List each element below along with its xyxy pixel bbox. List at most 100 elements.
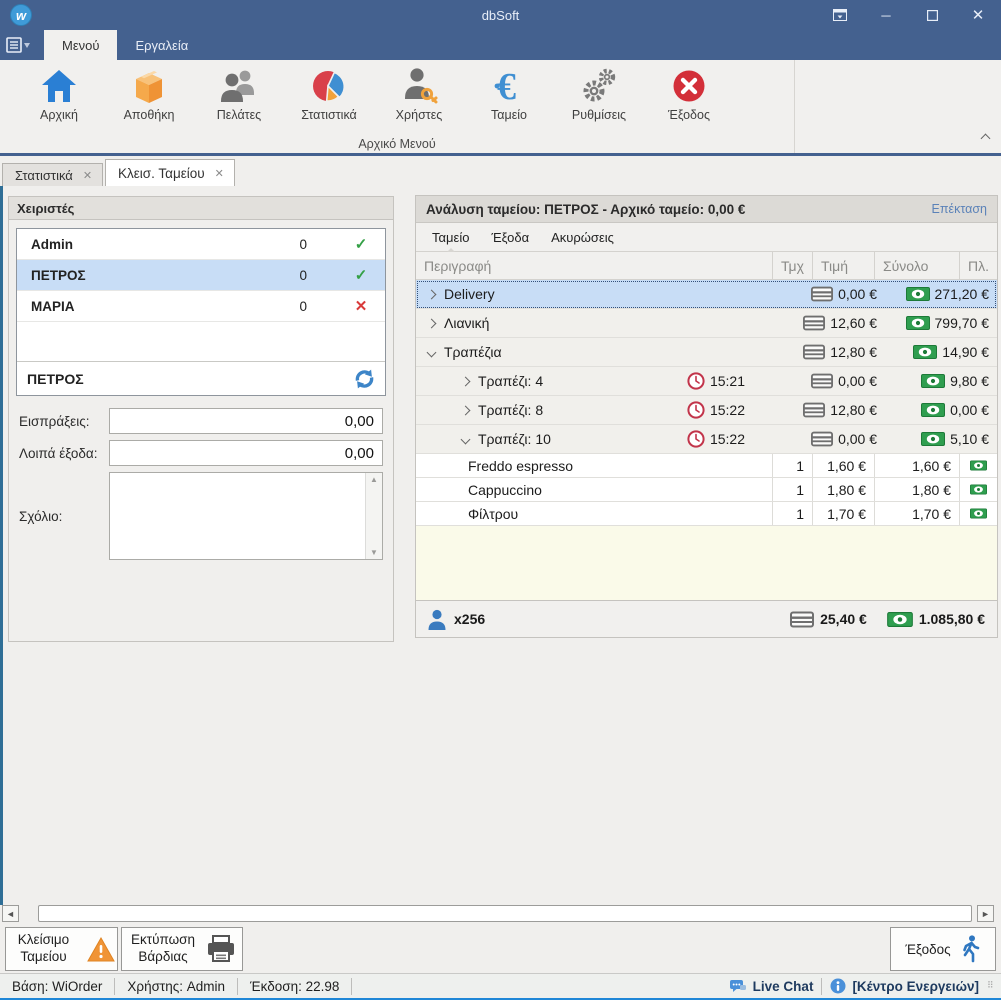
row-label: Τραπέζια bbox=[444, 344, 502, 360]
operator-row[interactable]: Admin0✓ bbox=[17, 229, 385, 260]
operator-row[interactable]: ΜΑΡΙΑ0✕ bbox=[17, 291, 385, 322]
cash-icon bbox=[959, 478, 997, 501]
operators-list: Admin0✓ΠΕΤΡΟΣ0✓ΜΑΡΙΑ0✕ ΠΕΤΡΟΣ bbox=[16, 228, 386, 396]
expand-chevron-icon[interactable] bbox=[427, 347, 437, 357]
operators-empty-row bbox=[17, 322, 385, 362]
action-center-label: [Κέντρο Ενεργειών] bbox=[852, 979, 979, 994]
printer-icon bbox=[206, 935, 236, 963]
other-expenses-input[interactable] bbox=[109, 440, 383, 466]
maximize-button[interactable] bbox=[909, 0, 955, 30]
ribbon-item-Ταμείο[interactable]: € Ταμείο bbox=[464, 60, 554, 130]
scroll-left-arrow-icon[interactable]: ◄ bbox=[2, 905, 19, 922]
table-row-item[interactable]: Φίλτρου11,70 €1,70 € bbox=[416, 502, 997, 526]
menu-item-Ταμείο[interactable]: Ταμείο bbox=[422, 227, 479, 248]
ribbon-toggle-icon[interactable] bbox=[817, 0, 863, 30]
cash-value: 271,20 € bbox=[935, 286, 990, 302]
live-chat-button[interactable]: Live Chat bbox=[721, 978, 822, 995]
table-row-sub[interactable]: Τραπέζι: 415:210,00 €9,80 € bbox=[416, 367, 997, 396]
row-label: Τραπέζι: 4 bbox=[478, 373, 543, 389]
ribbon-item-Ρυθμίσεις[interactable]: Ρυθμίσεις bbox=[554, 60, 644, 130]
doc-tab-label: Στατιστικά bbox=[15, 168, 73, 183]
receipts-input[interactable] bbox=[109, 408, 383, 434]
svg-text:€: € bbox=[497, 67, 516, 105]
ribbon-tab-bar: ΜενούΕργαλεία bbox=[0, 30, 1001, 60]
table-row-sub[interactable]: Τραπέζι: 815:2212,80 €0,00 € bbox=[416, 396, 997, 425]
menu-item-Ακυρώσεις[interactable]: Ακυρώσεις bbox=[541, 227, 624, 248]
receipts-label: Εισπράξεις: bbox=[19, 414, 109, 429]
ribbon-tab-Μενού[interactable]: Μενού bbox=[44, 30, 117, 60]
doc-tab-Στατιστικά[interactable]: Στατιστικά ✕ bbox=[2, 163, 103, 186]
ribbon-item-Στατιστικά[interactable]: Στατιστικά bbox=[284, 60, 374, 130]
resize-grip[interactable]: ⠿ bbox=[987, 980, 999, 992]
clock-icon bbox=[687, 430, 705, 448]
table-row-item[interactable]: Freddo espresso11,60 €1,60 € bbox=[416, 454, 997, 478]
table-row-group[interactable]: Λιανική12,60 €799,70 € bbox=[416, 309, 997, 338]
scroll-right-arrow-icon[interactable]: ► bbox=[977, 905, 994, 922]
column-header-Περιγραφή[interactable]: Περιγραφή bbox=[416, 252, 772, 279]
live-chat-label: Live Chat bbox=[753, 979, 814, 994]
refresh-icon[interactable] bbox=[352, 367, 377, 391]
ribbon-item-Αποθήκη[interactable]: Αποθήκη bbox=[104, 60, 194, 130]
action-center-button[interactable]: [Κέντρο Ενεργειών] bbox=[821, 978, 987, 995]
app-menu-button[interactable] bbox=[0, 30, 36, 60]
print-shift-button[interactable]: Εκτύπωση Βάρδιας bbox=[121, 927, 243, 971]
ribbon-tab-Εργαλεία[interactable]: Εργαλεία bbox=[117, 30, 206, 60]
expand-chevron-icon[interactable] bbox=[461, 376, 471, 386]
expand-chevron-icon[interactable] bbox=[427, 318, 437, 328]
ribbon-item-Χρήστες[interactable]: Χρήστες bbox=[374, 60, 464, 130]
statusbar-user: Χρήστης: Admin bbox=[115, 978, 238, 995]
close-button[interactable]: ✕ bbox=[955, 0, 1001, 30]
horizontal-scrollbar: ◄ ► bbox=[0, 905, 1001, 923]
item-description: Freddo espresso bbox=[416, 454, 772, 477]
cash-value: 9,80 € bbox=[950, 373, 989, 389]
scrollbar-thumb[interactable] bbox=[38, 905, 972, 922]
table-row-group[interactable]: Delivery0,00 €271,20 € bbox=[416, 280, 997, 309]
expand-chevron-icon[interactable] bbox=[427, 289, 437, 299]
close-register-button[interactable]: Κλείσιμο Ταμείου bbox=[5, 927, 118, 971]
table-row-item[interactable]: Cappuccino11,80 €1,80 € bbox=[416, 478, 997, 502]
ribbon-item-label: Ρυθμίσεις bbox=[572, 108, 626, 122]
check-icon: ✓ bbox=[351, 235, 371, 253]
column-header-Τιμή[interactable]: Τιμή bbox=[812, 252, 874, 279]
table-row-group[interactable]: Τραπέζια12,80 €14,90 € bbox=[416, 338, 997, 367]
operators-selected-footer: ΠΕΤΡΟΣ bbox=[17, 362, 385, 395]
column-header-Πλ.[interactable]: Πλ. bbox=[959, 252, 997, 279]
tab-close-icon[interactable]: ✕ bbox=[83, 169, 92, 182]
ribbon-item-label: Αρχική bbox=[40, 108, 78, 122]
ribbon-item-Αρχική[interactable]: Αρχική bbox=[14, 60, 104, 130]
comment-textarea[interactable] bbox=[110, 473, 364, 559]
column-header-Τμχ[interactable]: Τμχ bbox=[772, 252, 812, 279]
operator-name: ΜΑΡΙΑ bbox=[31, 299, 277, 314]
ribbon-item-label: Ταμείο bbox=[491, 108, 527, 122]
row-cash-amount: 14,90 € bbox=[877, 344, 989, 360]
ribbon-item-Έξοδος[interactable]: Έξοδος bbox=[644, 60, 734, 130]
item-description: Cappuccino bbox=[416, 478, 772, 501]
minimize-button[interactable]: ─ bbox=[863, 0, 909, 30]
card-value: 12,60 € bbox=[830, 315, 877, 331]
menu-item-Έξοδα[interactable]: Έξοδα bbox=[481, 227, 539, 248]
table-row-sub[interactable]: Τραπέζι: 1015:220,00 €5,10 € bbox=[416, 425, 997, 454]
operator-name: ΠΕΤΡΟΣ bbox=[31, 268, 277, 283]
comment-scrollbar[interactable]: ▲▼ bbox=[365, 473, 382, 559]
row-card-amount: 0,00 € bbox=[745, 373, 877, 389]
exit-button[interactable]: Έξοδος bbox=[890, 927, 996, 971]
column-header-Σύνολο[interactable]: Σύνολο bbox=[874, 252, 959, 279]
operators-panel-title: Χειριστές bbox=[9, 197, 393, 220]
tab-close-icon[interactable]: ✕ bbox=[215, 167, 224, 180]
print-shift-label: Εκτύπωση Βάρδιας bbox=[128, 932, 198, 966]
doc-tab-Κλεισ. Ταμείου[interactable]: Κλεισ. Ταμείου✕ bbox=[105, 159, 235, 186]
ribbon-item-Πελάτες[interactable]: Πελάτες bbox=[194, 60, 284, 130]
check-icon: ✓ bbox=[351, 266, 371, 284]
cash-value: 14,90 € bbox=[942, 344, 989, 360]
item-price: 1,60 € bbox=[812, 454, 874, 477]
row-card-amount: 12,60 € bbox=[745, 315, 877, 331]
expand-chevron-icon[interactable] bbox=[461, 434, 471, 444]
ribbon-collapse-chevron-icon[interactable] bbox=[982, 129, 989, 147]
expand-chevron-icon[interactable] bbox=[461, 405, 471, 415]
pie-icon bbox=[310, 66, 348, 106]
operator-row[interactable]: ΠΕΤΡΟΣ0✓ bbox=[17, 260, 385, 291]
row-label: Τραπέζι: 10 bbox=[478, 431, 551, 447]
row-card-amount: 0,00 € bbox=[745, 286, 877, 302]
expand-link[interactable]: Επέκταση bbox=[932, 202, 987, 216]
operator-name: Admin bbox=[31, 237, 277, 252]
